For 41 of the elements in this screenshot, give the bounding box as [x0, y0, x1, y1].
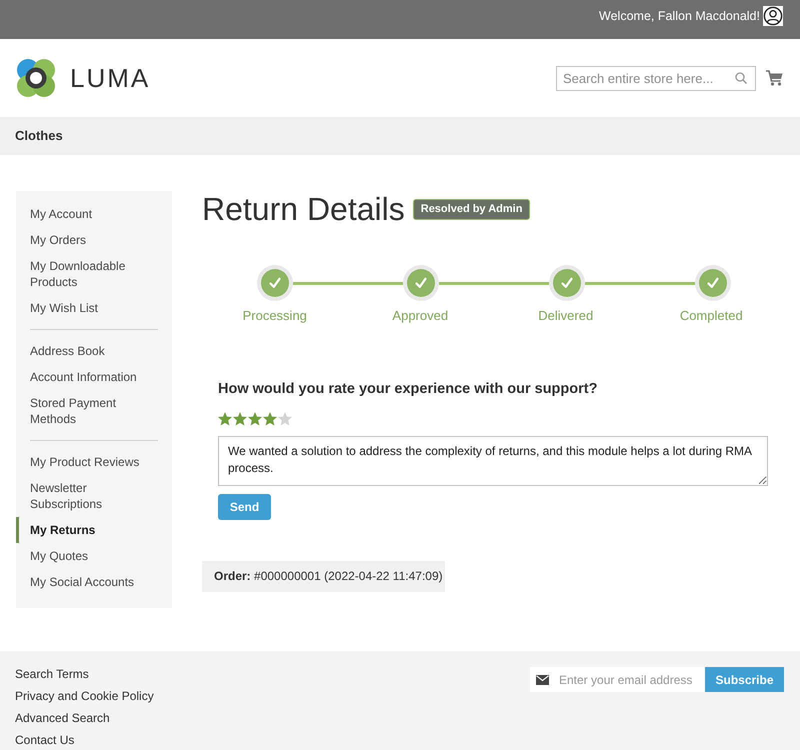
logo-icon: [16, 58, 56, 98]
sidebar-link[interactable]: My Wish List: [16, 295, 172, 321]
welcome-text: Welcome, Fallon Macdonald!: [599, 8, 760, 25]
star-icon[interactable]: [263, 412, 277, 426]
search-field[interactable]: Search entire store here...: [556, 66, 756, 90]
envelope-icon: [536, 675, 549, 685]
star-icon[interactable]: [233, 412, 247, 426]
nav-link[interactable]: Clothes: [15, 126, 63, 146]
search-icon[interactable]: [735, 72, 747, 84]
star-icon[interactable]: [248, 412, 262, 426]
sidebar-link[interactable]: Newsletter Subscriptions: [16, 475, 172, 517]
footer-link[interactable]: Search Terms: [15, 663, 89, 685]
sidebar-link[interactable]: My Social Accounts: [16, 569, 172, 595]
email-field[interactable]: Enter your email address: [530, 667, 705, 692]
footer-link[interactable]: Privacy and Cookie Policy: [15, 685, 154, 707]
sidebar-link[interactable]: Stored Payment Methods: [16, 390, 172, 432]
star-icon[interactable]: [278, 412, 292, 426]
sidebar-link[interactable]: Account Information: [16, 364, 172, 390]
status-badge: Resolved by Admin: [412, 198, 530, 220]
order-info: Order: #000000001 (2022-04-22 11:47:09): [202, 561, 445, 592]
step-label: Completed: [680, 308, 743, 324]
sidebar-link[interactable]: Address Book: [16, 338, 172, 364]
sidebar-link[interactable]: My Account: [16, 201, 172, 227]
sidebar-link[interactable]: My Orders: [16, 227, 172, 253]
user-icon[interactable]: [763, 6, 783, 26]
sidebar-link[interactable]: My Product Reviews: [16, 449, 172, 475]
star-rating[interactable]: [218, 411, 292, 427]
footer-link[interactable]: Advanced Search: [15, 707, 110, 729]
step-label: Approved: [392, 308, 448, 324]
sidebar-link[interactable]: My Downloadable Products: [16, 253, 172, 295]
logo-link[interactable]: LUMA: [16, 58, 150, 98]
rating-question: How would you rate your experience with our support?: [218, 380, 598, 399]
comment-field[interactable]: We wanted a solution to address the complexity of returns, and this module helps a lot during RMA process.: [218, 436, 768, 486]
step-label: Delivered: [538, 308, 594, 324]
cart-icon[interactable]: [766, 70, 783, 86]
footer-link[interactable]: Contact Us: [15, 729, 74, 750]
sidebar-link[interactable]: My Quotes: [16, 543, 172, 569]
page-title: Return Details: [202, 191, 405, 227]
step-label: Processing: [242, 308, 307, 324]
star-icon[interactable]: [218, 412, 232, 426]
sidebar-link[interactable]: My Returns: [16, 517, 172, 543]
